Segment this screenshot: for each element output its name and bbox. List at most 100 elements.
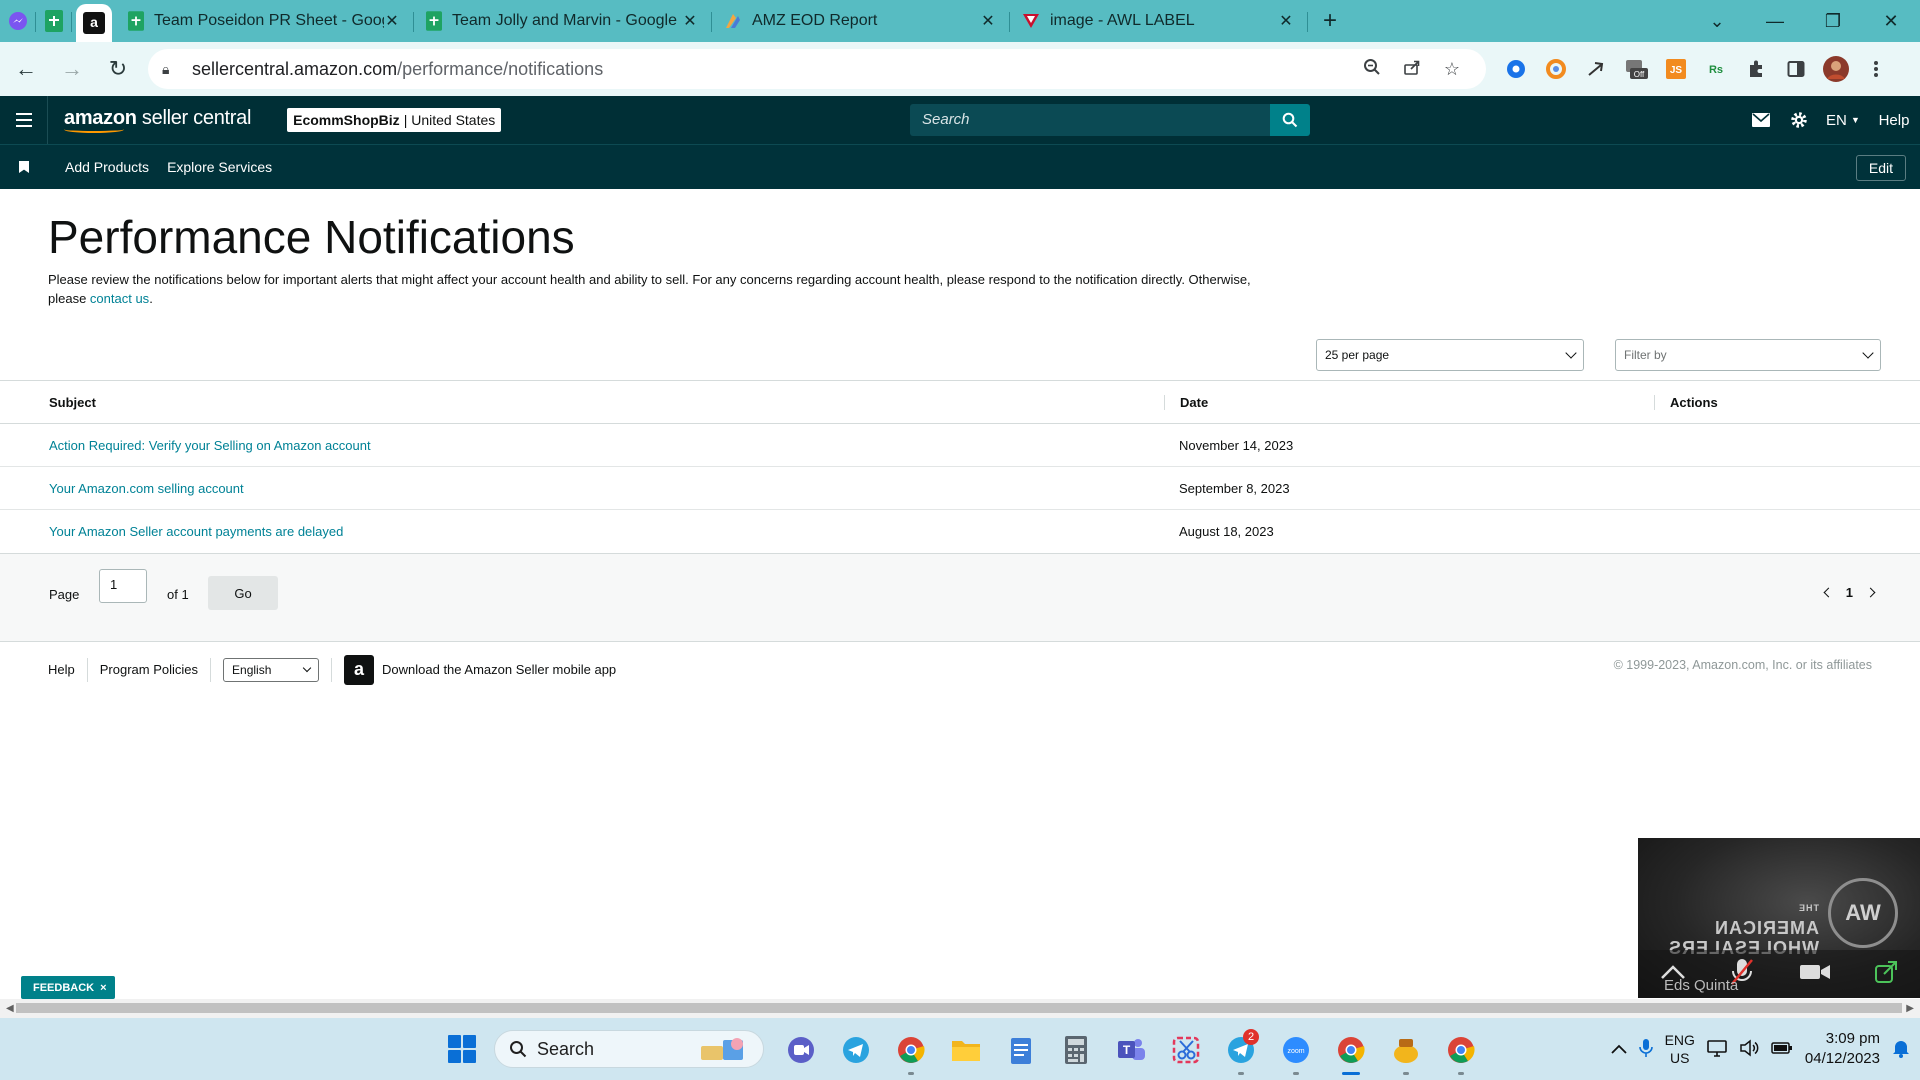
download-app-link[interactable]: Download the Amazon Seller mobile app <box>382 662 616 677</box>
extension-off-icon[interactable]: Off <box>1616 49 1656 89</box>
next-page-icon[interactable] <box>1865 587 1876 598</box>
windows-start-icon[interactable] <box>448 1035 476 1063</box>
bookmark-icon[interactable] <box>19 161 29 173</box>
taskbar-app-chrome-3[interactable] <box>1438 1027 1483 1075</box>
extensions-puzzle-icon[interactable] <box>1736 49 1776 89</box>
explore-services-link[interactable]: Explore Services <box>167 159 272 175</box>
menu-icon[interactable] <box>0 96 48 144</box>
horizontal-scrollbar[interactable]: ◀ ▶ <box>0 999 1920 1018</box>
pinned-tab-amazon-active[interactable]: a <box>76 4 112 42</box>
microphone-icon[interactable] <box>1638 1038 1653 1061</box>
amazon-app-icon[interactable]: a <box>344 654 375 685</box>
reload-button[interactable]: ↻ <box>98 49 138 89</box>
tab-poseidon-sheet[interactable]: Team Poseidon PR Sheet - Goog ✕ <box>116 0 414 42</box>
add-products-link[interactable]: Add Products <box>65 159 149 175</box>
close-icon[interactable]: ✕ <box>980 11 996 31</box>
contact-us-link[interactable]: contact us <box>90 291 149 306</box>
extension-arrow-icon[interactable] <box>1576 49 1616 89</box>
go-button[interactable]: Go <box>208 576 278 610</box>
notification-subject-link[interactable]: Action Required: Verify your Selling on … <box>49 438 371 453</box>
notification-subject-link[interactable]: Your Amazon Seller account payments are … <box>49 524 343 539</box>
close-icon[interactable]: ✕ <box>1278 11 1294 31</box>
mail-icon[interactable] <box>1742 113 1780 127</box>
pinned-tab-sheets[interactable] <box>36 0 72 42</box>
lock-icon[interactable]: 🔒︎ <box>162 61 184 78</box>
taskbar-app-telegram-1[interactable] <box>833 1027 878 1072</box>
extension-puzzle-blue-icon[interactable] <box>1496 49 1536 89</box>
taskbar-app-game[interactable] <box>1383 1027 1428 1075</box>
taskbar-app-chrome-2[interactable] <box>1328 1027 1373 1075</box>
taskbar-app-meet[interactable] <box>778 1027 823 1072</box>
scroll-left-arrow[interactable]: ◀ <box>6 1003 14 1014</box>
taskbar-app-calculator[interactable] <box>1053 1027 1098 1072</box>
new-tab-button[interactable]: + <box>1308 0 1352 42</box>
footer-language-select[interactable]: English <box>223 657 320 682</box>
notification-subject-link[interactable]: Your Amazon.com selling account <box>49 481 244 496</box>
system-clock[interactable]: 3:09 pm 04/12/2023 <box>1805 1029 1880 1069</box>
chevron-up-icon[interactable] <box>1610 1041 1627 1057</box>
search-input[interactable]: Search <box>910 104 1270 136</box>
header-subject[interactable]: Subject <box>0 395 1164 410</box>
close-window-button[interactable]: ✕ <box>1862 11 1920 32</box>
close-icon[interactable]: ✕ <box>682 11 698 31</box>
tab-eod-report[interactable]: AMZ EOD Report ✕ <box>712 0 1010 42</box>
language-selector[interactable]: EN ▼ <box>1818 112 1868 129</box>
seller-central-logo[interactable]: amazon seller central <box>64 108 251 133</box>
tab-awl-label[interactable]: image - AWL LABEL ✕ <box>1010 0 1308 42</box>
extension-rs-icon[interactable]: Rs <box>1696 49 1736 89</box>
extension-orange-circle-icon[interactable] <box>1536 49 1576 89</box>
notification-bell-icon[interactable] <box>1892 1038 1910 1061</box>
video-call-overlay[interactable]: THE AMERICAN WHOLESALERS AW Eds Quinta <box>1638 838 1920 998</box>
volume-icon[interactable] <box>1739 1038 1759 1060</box>
help-link[interactable]: Help <box>1868 112 1920 129</box>
gear-icon[interactable] <box>1780 111 1818 129</box>
browser-menu-icon[interactable] <box>1856 49 1896 89</box>
side-panel-icon[interactable] <box>1776 49 1816 89</box>
page-number-input[interactable]: 1 <box>99 569 147 603</box>
zoom-icon[interactable] <box>1352 58 1392 81</box>
tab-search-chevron-icon[interactable]: ⌄ <box>1688 11 1746 32</box>
forward-button[interactable]: → <box>52 49 92 89</box>
input-language-indicator[interactable]: ENG US <box>1665 1031 1695 1067</box>
feedback-button[interactable]: FEEDBACK × <box>21 976 115 999</box>
edit-bookmarks-button[interactable]: Edit <box>1855 155 1906 181</box>
taskbar-search[interactable]: Search <box>494 1030 764 1068</box>
taskbar-app-snipping-tool[interactable] <box>1163 1027 1208 1072</box>
bookmark-star-icon[interactable]: ☆ <box>1432 59 1472 80</box>
header-date[interactable]: Date <box>1164 394 1654 410</box>
close-icon[interactable]: × <box>100 982 106 994</box>
battery-icon[interactable] <box>1771 1041 1793 1058</box>
extension-js-icon[interactable]: JS <box>1656 49 1696 89</box>
per-page-select[interactable]: 25 per page <box>1316 339 1584 371</box>
share-icon[interactable] <box>1392 58 1432 81</box>
taskbar-app-telegram-2[interactable]: 2 <box>1218 1027 1263 1075</box>
maximize-button[interactable]: ❐ <box>1804 11 1862 32</box>
footer-help-link[interactable]: Help <box>48 662 75 677</box>
taskbar-app-notepad[interactable] <box>998 1027 1043 1072</box>
taskbar-app-zoom[interactable]: zoom <box>1273 1027 1318 1075</box>
popout-icon[interactable] <box>1874 960 1898 989</box>
address-bar[interactable]: 🔒︎ sellercentral.amazon.com/performance/… <box>148 49 1486 89</box>
camera-icon[interactable] <box>1799 962 1831 987</box>
account-switcher[interactable]: EcommShopBiz | United States <box>287 108 502 132</box>
filter-select[interactable]: Filter by <box>1615 339 1881 371</box>
taskbar-app-chrome-1[interactable] <box>888 1027 933 1075</box>
profile-avatar[interactable] <box>1816 49 1856 89</box>
scroll-right-arrow[interactable]: ▶ <box>1906 1003 1914 1014</box>
back-button[interactable]: ← <box>6 49 46 89</box>
scrollbar-thumb[interactable] <box>16 1003 1902 1013</box>
program-policies-link[interactable]: Program Policies <box>100 662 198 677</box>
tab-jolly-marvin-sheet[interactable]: Team Jolly and Marvin - Google ✕ <box>414 0 712 42</box>
close-icon[interactable]: ✕ <box>384 11 400 31</box>
zoom-icon: zoom <box>1282 1036 1309 1063</box>
previous-page-icon[interactable] <box>1823 587 1834 598</box>
minimize-button[interactable]: — <box>1746 11 1804 32</box>
current-page-number[interactable]: 1 <box>1846 585 1853 600</box>
taskbar-app-file-explorer[interactable] <box>943 1027 988 1072</box>
tab-title: AMZ EOD Report <box>752 12 878 29</box>
caret-down-icon: ▼ <box>1851 115 1860 125</box>
pinned-tab-messenger[interactable] <box>0 0 36 42</box>
taskbar-app-teams[interactable]: T <box>1108 1027 1153 1072</box>
network-icon[interactable] <box>1707 1039 1727 1060</box>
search-button[interactable] <box>1270 104 1310 136</box>
